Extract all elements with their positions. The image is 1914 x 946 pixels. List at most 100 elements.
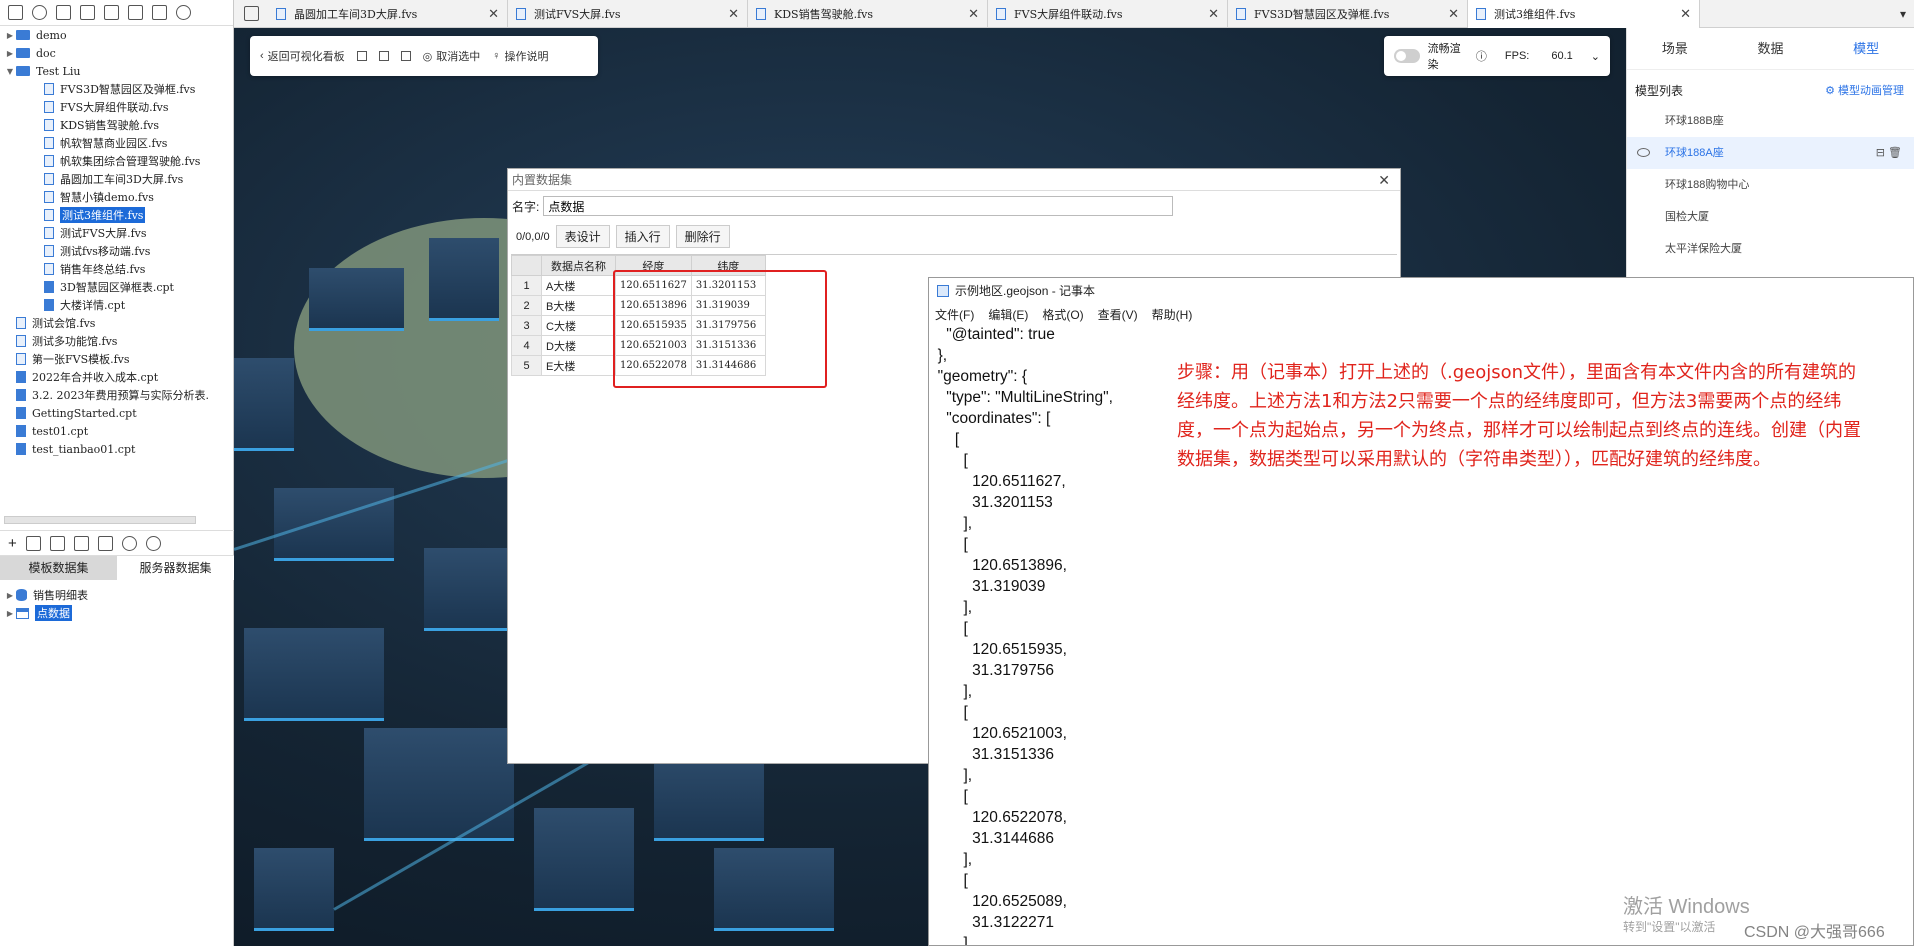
tab-server-dataset[interactable]: 服务器数据集: [117, 556, 234, 580]
expand-arrow-icon[interactable]: ▶: [4, 609, 16, 618]
notepad-menu-item[interactable]: 文件(F): [935, 306, 974, 323]
new-template-icon[interactable]: [8, 5, 23, 20]
view-icon-2[interactable]: [378, 51, 389, 61]
tree-horizontal-scrollbar[interactable]: [4, 516, 196, 524]
refresh-icon[interactable]: [32, 5, 47, 20]
table-design-button[interactable]: 表设计: [555, 225, 610, 248]
help-button[interactable]: ♀ 操作说明: [492, 48, 548, 64]
copy-icon[interactable]: [128, 5, 143, 20]
question-icon[interactable]: ⓘ: [1476, 48, 1487, 64]
document-tab[interactable]: FVS大屏组件联动.fvs ✕: [988, 0, 1228, 28]
preview-icon[interactable]: [73, 535, 89, 551]
trash-icon[interactable]: [152, 5, 167, 20]
expand-arrow-icon[interactable]: ▶: [4, 49, 16, 58]
tree-item[interactable]: FVS3D智慧园区及弹框.fvs: [0, 80, 234, 98]
document-tab[interactable]: KDS销售驾驶舱.fvs ✕: [748, 0, 988, 28]
close-tab-icon[interactable]: ✕: [1208, 7, 1219, 22]
column-header[interactable]: 数据点名称: [541, 255, 616, 276]
tree-item[interactable]: 3.2. 2023年费用预算与实际分析表.: [0, 386, 234, 404]
close-tab-icon[interactable]: ✕: [968, 7, 979, 22]
notepad-menu-item[interactable]: 格式(O): [1042, 306, 1083, 323]
open-icon[interactable]: [56, 5, 71, 20]
cancel-select-button[interactable]: ◎ 取消选中: [423, 48, 481, 64]
delete-row-button[interactable]: 删除行: [675, 225, 730, 248]
dataset-item[interactable]: ▶ 销售明细表: [0, 586, 234, 604]
tree-item[interactable]: FVS大屏组件联动.fvs: [0, 98, 234, 116]
notepad-menu-item[interactable]: 查看(V): [1098, 306, 1138, 323]
close-tab-icon[interactable]: ✕: [488, 7, 499, 22]
table-cell[interactable]: B大楼: [541, 295, 616, 316]
tree-item[interactable]: test_tianbao01.cpt: [0, 440, 234, 458]
insert-row-button[interactable]: 插入行: [615, 225, 670, 248]
model-animation-link[interactable]: ⚙ 模型动画管理: [1825, 82, 1904, 99]
tree-item[interactable]: 帆软智慧商业园区.fvs: [0, 134, 234, 152]
tree-item[interactable]: 销售年终总结.fvs: [0, 260, 234, 278]
tree-item[interactable]: 测试多功能馆.fvs: [0, 332, 234, 350]
chevron-down-icon[interactable]: ⌄: [1591, 50, 1600, 63]
close-tab-icon[interactable]: ✕: [1680, 7, 1691, 22]
back-to-dashboard-button[interactable]: ‹ 返回可视化看板: [260, 48, 345, 64]
table-cell[interactable]: A大楼: [541, 275, 616, 296]
view-icon-3[interactable]: [400, 51, 411, 61]
close-tab-icon[interactable]: ✕: [1448, 7, 1459, 22]
notepad-menu-item[interactable]: 编辑(E): [988, 306, 1028, 323]
delete-dataset-icon[interactable]: [49, 535, 65, 551]
document-tab[interactable]: FVS3D智慧园区及弹框.fvs ✕: [1228, 0, 1468, 28]
dataset-item[interactable]: ▶ 点数据: [0, 604, 234, 622]
tab-list-menu[interactable]: [234, 0, 268, 27]
tab-overflow[interactable]: ▾: [1700, 0, 1914, 27]
tree-item[interactable]: 第一张FVS模板.fvs: [0, 350, 234, 368]
tree-item[interactable]: 3D智慧园区弹框表.cpt: [0, 278, 234, 296]
expand-arrow-icon[interactable]: ▼: [4, 67, 16, 76]
tab-template-dataset[interactable]: 模板数据集: [0, 556, 117, 580]
model-list-item[interactable]: 环球188B座: [1627, 105, 1914, 137]
document-tab[interactable]: 晶圆加工车间3D大屏.fvs ✕: [268, 0, 508, 28]
tab-scene[interactable]: 场景: [1627, 28, 1723, 69]
tree-item[interactable]: 测试会馆.fvs: [0, 314, 234, 332]
tree-item[interactable]: ▶ demo: [0, 26, 234, 44]
tree-item[interactable]: test01.cpt: [0, 422, 234, 440]
tree-item[interactable]: 2022年合并收入成本.cpt: [0, 368, 234, 386]
table-cell[interactable]: C大楼: [541, 315, 616, 336]
edit-dataset-icon[interactable]: [25, 535, 41, 551]
delete-icon[interactable]: [104, 5, 119, 20]
eye-hidden-icon[interactable]: [1637, 148, 1650, 157]
tree-item[interactable]: ▼ Test Liu: [0, 62, 234, 80]
table-cell[interactable]: D大楼: [541, 335, 616, 356]
tree-item[interactable]: ▶ doc: [0, 44, 234, 62]
plugin-icon[interactable]: [80, 5, 95, 20]
tree-item[interactable]: 帆软集团综合管理驾驶舱.fvs: [0, 152, 234, 170]
model-list-item[interactable]: 环球188购物中心: [1627, 169, 1914, 201]
table-cell[interactable]: E大楼: [541, 355, 616, 376]
notepad-menu-item[interactable]: 帮助(H): [1152, 306, 1193, 323]
model-list-item[interactable]: 国检大厦: [1627, 201, 1914, 233]
close-icon[interactable]: ✕: [1378, 169, 1390, 191]
document-tab[interactable]: 测试FVS大屏.fvs ✕: [508, 0, 748, 28]
tab-data[interactable]: 数据: [1723, 28, 1819, 69]
locate-icon[interactable]: [176, 5, 191, 20]
add-dataset-icon[interactable]: +: [8, 535, 17, 552]
database-icon[interactable]: [121, 535, 137, 551]
model-list-item[interactable]: 环球188A座 ⊟ 🗑: [1627, 137, 1914, 169]
dataset-name-input[interactable]: [543, 196, 1174, 216]
search-icon[interactable]: [145, 535, 161, 551]
tree-item[interactable]: KDS销售驾驶舱.fvs: [0, 116, 234, 134]
tree-item[interactable]: 测试fvs移动端.fvs: [0, 242, 234, 260]
expand-arrow-icon[interactable]: ▶: [4, 591, 16, 600]
document-tab[interactable]: 测试3维组件.fvs ✕: [1468, 0, 1700, 28]
notepad-text-area[interactable]: "@tainted": true }, "geometry": { "type"…: [929, 324, 1189, 945]
tree-item[interactable]: 晶圆加工车间3D大屏.fvs: [0, 170, 234, 188]
close-tab-icon[interactable]: ✕: [728, 7, 739, 22]
param-icon[interactable]: [97, 535, 113, 551]
model-list-item[interactable]: 太平洋保险大厦: [1627, 233, 1914, 265]
tree-item[interactable]: 测试FVS大屏.fvs: [0, 224, 234, 242]
delete-model-icon[interactable]: 🗑: [1888, 147, 1902, 159]
tree-item[interactable]: 测试3维组件.fvs: [0, 206, 234, 224]
tree-item[interactable]: 智慧小镇demo.fvs: [0, 188, 234, 206]
tree-item[interactable]: GettingStarted.cpt: [0, 404, 234, 422]
tab-menu-icon[interactable]: [243, 6, 259, 21]
smooth-render-toggle[interactable]: [1394, 49, 1420, 63]
expand-arrow-icon[interactable]: ▶: [4, 31, 16, 40]
tree-item[interactable]: 大楼详情.cpt: [0, 296, 234, 314]
more-tabs-icon[interactable]: ▾: [1900, 7, 1906, 21]
